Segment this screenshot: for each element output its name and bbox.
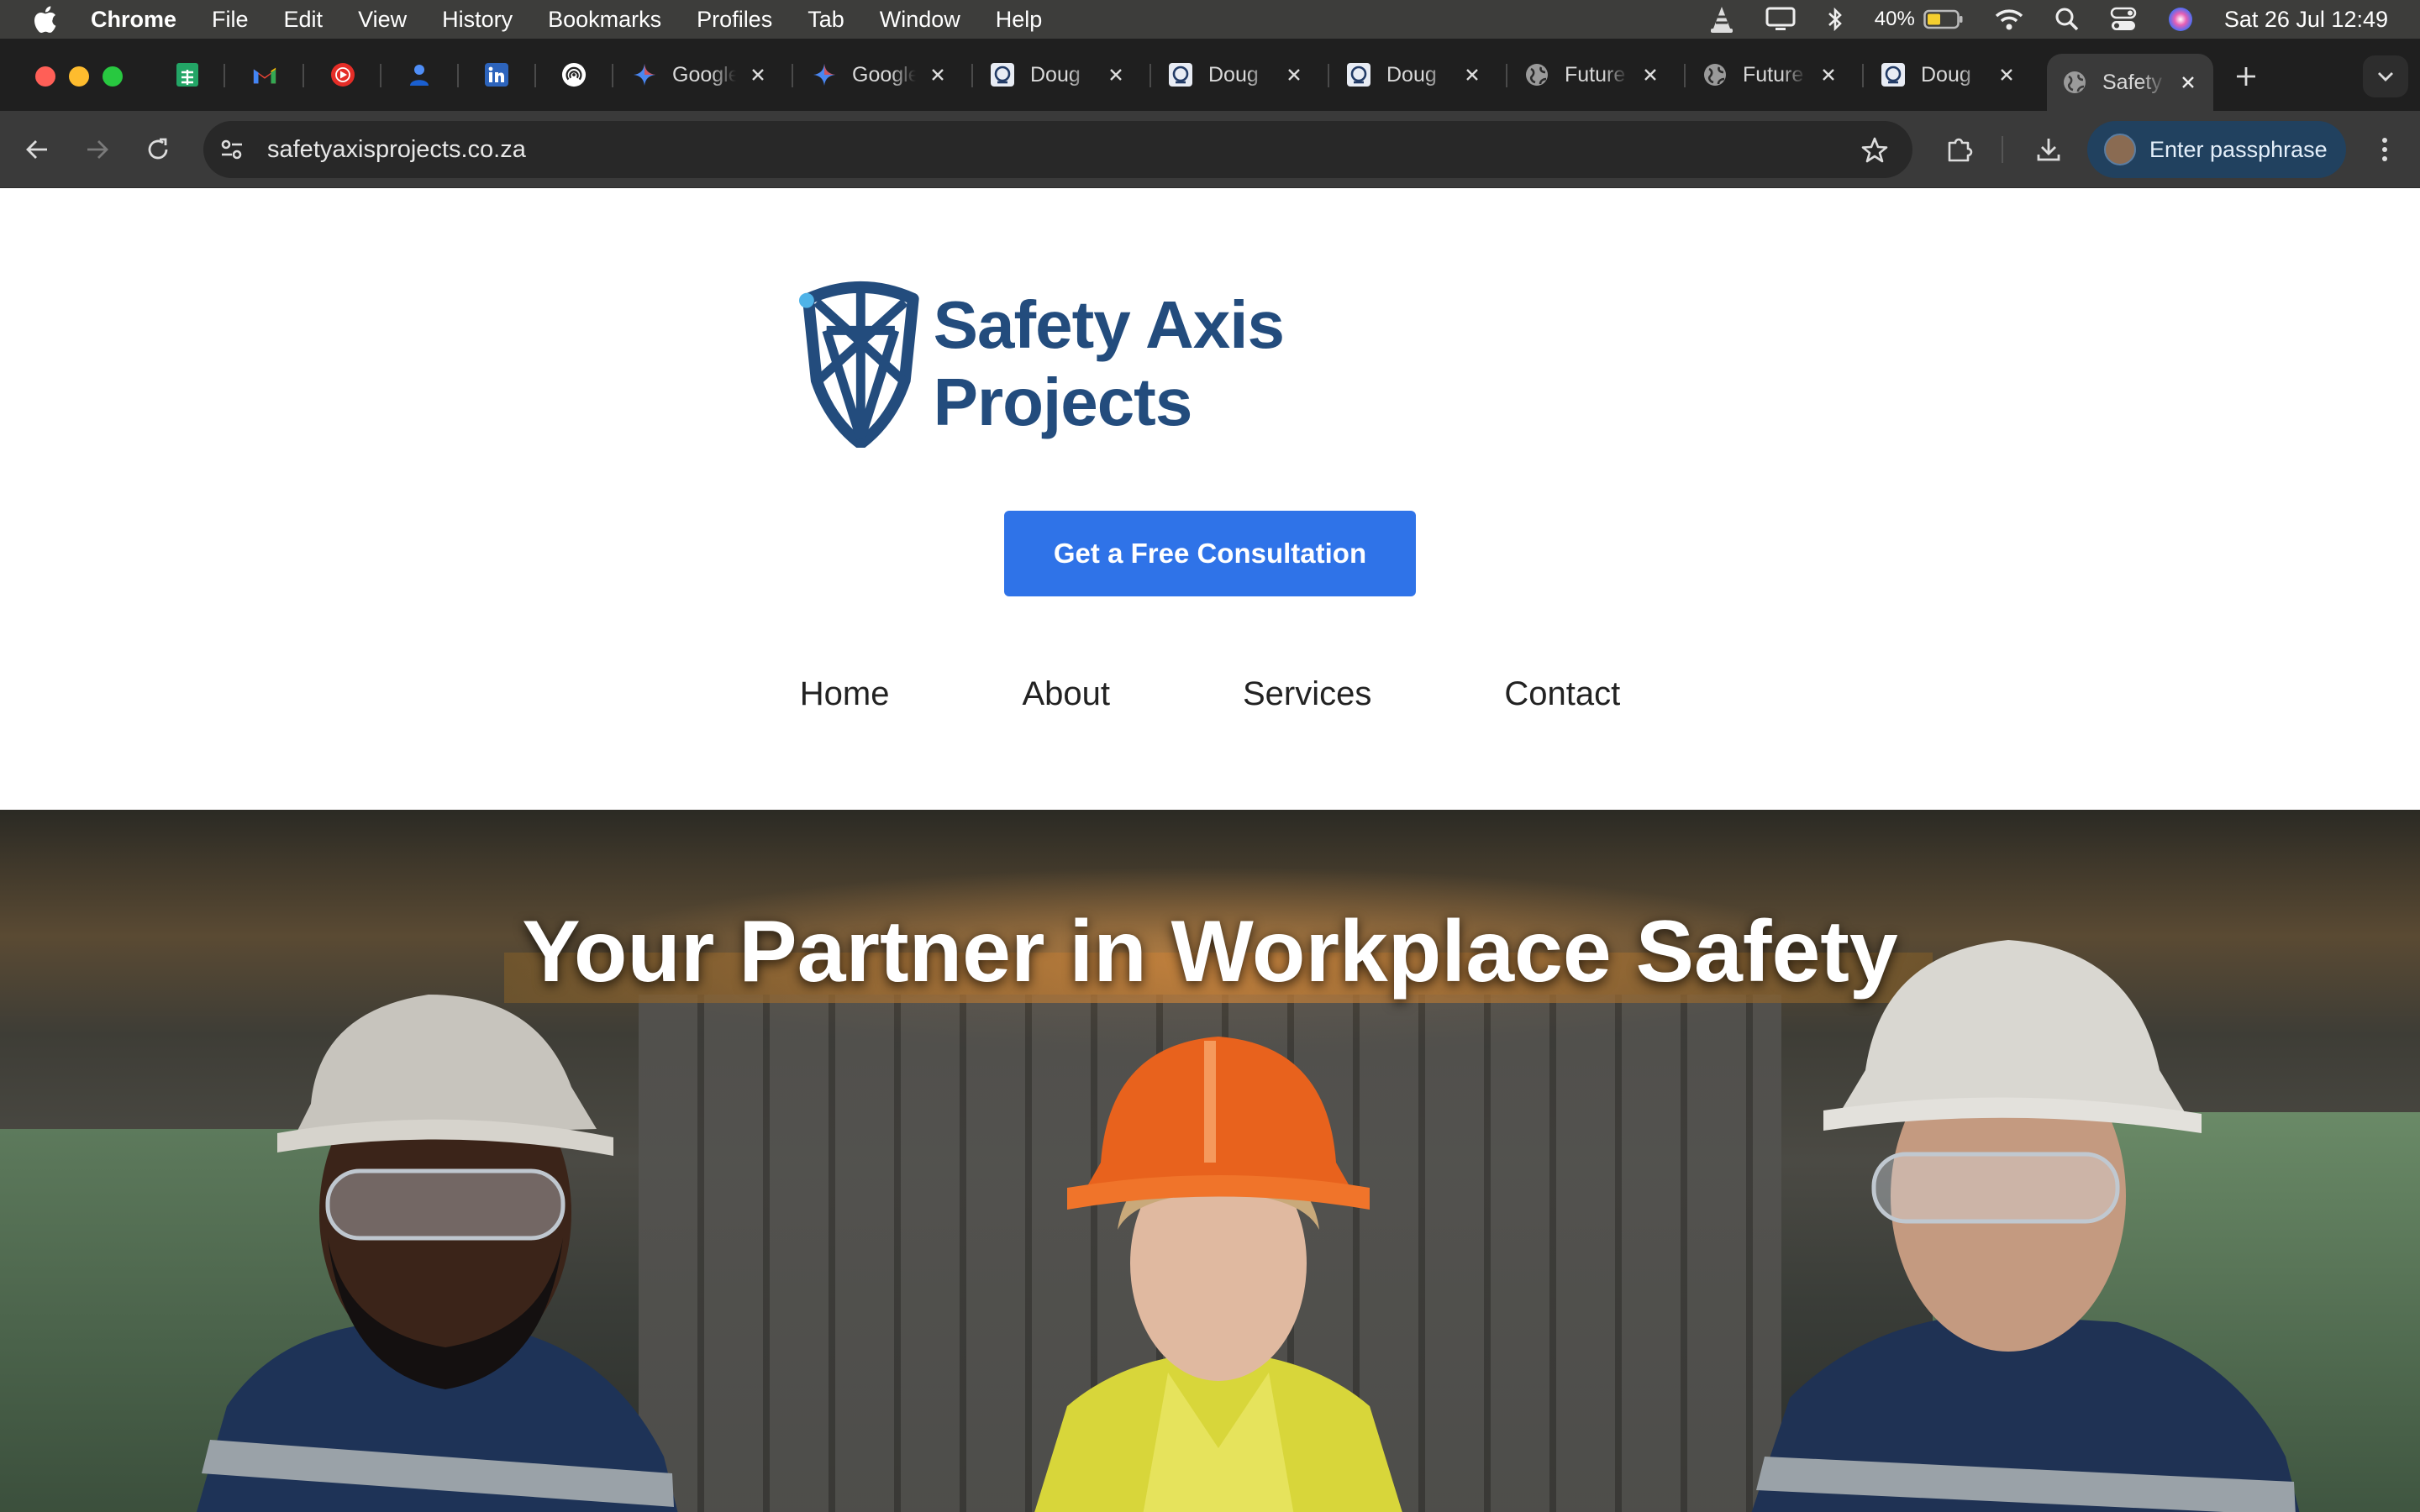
site-icon bbox=[1168, 62, 1193, 87]
shield-logo-icon bbox=[798, 281, 919, 448]
forward-icon[interactable] bbox=[81, 133, 114, 166]
site-settings-icon[interactable] bbox=[207, 124, 257, 175]
browser-toolbar: safetyaxisprojects.co.za Enter passphras… bbox=[0, 111, 2420, 188]
menu-window[interactable]: Window bbox=[880, 7, 960, 33]
close-tab-icon[interactable] bbox=[1640, 65, 1660, 85]
tab-podcast[interactable] bbox=[561, 54, 587, 96]
hero-banner: Your Partner in Workplace Safety bbox=[0, 810, 2420, 1512]
menu-history[interactable]: History bbox=[442, 7, 513, 33]
tab-google-sheets[interactable] bbox=[175, 54, 200, 96]
nav-about[interactable]: About bbox=[1022, 675, 1110, 743]
globe-icon bbox=[2062, 70, 2087, 95]
globe-icon bbox=[1524, 62, 1549, 87]
tab-future-1[interactable]: Future bbox=[1524, 54, 1660, 96]
menu-view[interactable]: View bbox=[358, 7, 407, 33]
menu-help[interactable]: Help bbox=[996, 7, 1043, 33]
tab-doug-2[interactable]: Doug bbox=[1168, 54, 1304, 96]
display-icon[interactable] bbox=[1765, 7, 1796, 32]
avatar bbox=[2104, 134, 2136, 165]
battery-percent: 40% bbox=[1874, 8, 1915, 30]
site-icon bbox=[1346, 62, 1371, 87]
profile-button[interactable]: Enter passphrase bbox=[2087, 121, 2346, 178]
menu-file[interactable]: File bbox=[212, 7, 249, 33]
back-icon[interactable] bbox=[20, 133, 54, 166]
tab-safety-active[interactable]: Safety bbox=[2047, 54, 2213, 111]
tab-gmail[interactable] bbox=[252, 54, 277, 96]
url-text[interactable]: safetyaxisprojects.co.za bbox=[267, 136, 526, 164]
tab-search-button[interactable] bbox=[2363, 55, 2408, 97]
linkedin-icon bbox=[484, 62, 509, 87]
tab-doug-1[interactable]: Doug bbox=[990, 54, 1126, 96]
tab-google-2[interactable]: Google bbox=[812, 54, 948, 96]
close-window-button[interactable] bbox=[35, 66, 55, 87]
gemini-icon bbox=[632, 62, 657, 87]
menu-profiles[interactable]: Profiles bbox=[697, 7, 772, 33]
minimize-window-button[interactable] bbox=[69, 66, 89, 87]
chevron-down-icon bbox=[2378, 72, 2393, 81]
apple-icon[interactable] bbox=[32, 5, 60, 34]
globe-icon bbox=[1702, 62, 1728, 87]
menu-clock[interactable]: Sat 26 Jul 12:49 bbox=[2224, 7, 2388, 33]
free-consultation-button[interactable]: Get a Free Consultation bbox=[1004, 511, 1416, 596]
new-tab-icon[interactable] bbox=[2233, 64, 2259, 89]
google-sheets-icon bbox=[175, 62, 200, 87]
extensions-puzzle-icon[interactable] bbox=[1943, 133, 1976, 166]
close-tab-icon[interactable] bbox=[1996, 65, 2017, 85]
tab-linkedin[interactable] bbox=[484, 54, 509, 96]
close-tab-icon[interactable] bbox=[1106, 65, 1126, 85]
nav-services[interactable]: Services bbox=[1243, 675, 1371, 743]
control-center-icon[interactable] bbox=[2110, 7, 2137, 32]
site-navigation: Home About Services Contact bbox=[0, 675, 2420, 743]
bluetooth-icon[interactable] bbox=[1826, 6, 1844, 33]
close-tab-icon[interactable] bbox=[2178, 72, 2198, 92]
menu-bookmarks[interactable]: Bookmarks bbox=[548, 7, 661, 33]
site-icon bbox=[990, 62, 1015, 87]
close-tab-icon[interactable] bbox=[1818, 65, 1839, 85]
tab-doug-4[interactable]: Doug bbox=[1881, 54, 2017, 96]
battery-icon[interactable] bbox=[1923, 9, 1964, 29]
tab-youtube-music[interactable] bbox=[330, 54, 355, 96]
tab-google-1[interactable]: Google bbox=[632, 54, 768, 96]
site-icon bbox=[1881, 62, 1906, 87]
tab-contacts[interactable] bbox=[407, 54, 432, 96]
close-tab-icon[interactable] bbox=[748, 65, 768, 85]
macos-menu-bar: Chrome File Edit View History Bookmarks … bbox=[0, 0, 2420, 39]
contacts-icon bbox=[407, 62, 432, 87]
youtube-music-icon bbox=[330, 62, 355, 87]
window-controls bbox=[35, 66, 136, 87]
worker-left-illustration bbox=[197, 995, 678, 1512]
menu-app-name[interactable]: Chrome bbox=[91, 7, 176, 33]
tab-future-2[interactable]: Future bbox=[1702, 54, 1839, 96]
gmail-icon bbox=[252, 62, 277, 87]
address-bar[interactable]: safetyaxisprojects.co.za bbox=[203, 121, 1912, 178]
zoom-window-button[interactable] bbox=[103, 66, 123, 87]
brand-name: Safety Axis Projects bbox=[933, 287, 1285, 439]
siri-icon[interactable] bbox=[2167, 6, 2194, 33]
close-tab-icon[interactable] bbox=[1462, 65, 1482, 85]
worker-center-illustration bbox=[1034, 1037, 1402, 1512]
chrome-menu-icon[interactable] bbox=[2368, 133, 2402, 166]
podcast-icon bbox=[561, 62, 587, 87]
browser-tab-strip: Google Google Doug Doug Doug Future Futu… bbox=[0, 39, 2420, 111]
wifi-icon[interactable] bbox=[1994, 8, 2024, 31]
bookmark-star-icon[interactable] bbox=[1860, 136, 1889, 165]
web-page: Safety Axis Projects Get a Free Consulta… bbox=[0, 188, 2420, 1512]
profile-label: Enter passphrase bbox=[2149, 136, 2328, 162]
close-tab-icon[interactable] bbox=[1284, 65, 1304, 85]
menu-edit[interactable]: Edit bbox=[284, 7, 324, 33]
close-tab-icon[interactable] bbox=[928, 65, 948, 85]
downloads-icon[interactable] bbox=[2032, 133, 2065, 166]
site-logo[interactable]: Safety Axis Projects bbox=[798, 276, 1555, 452]
hero-title: Your Partner in Workplace Safety bbox=[522, 903, 1898, 1000]
gemini-icon bbox=[812, 62, 837, 87]
tab-doug-3[interactable]: Doug bbox=[1346, 54, 1482, 96]
nav-contact[interactable]: Contact bbox=[1504, 675, 1620, 743]
vlc-icon[interactable] bbox=[1708, 5, 1735, 34]
reload-icon[interactable] bbox=[141, 133, 175, 166]
menu-tab[interactable]: Tab bbox=[808, 7, 844, 33]
nav-home[interactable]: Home bbox=[800, 675, 890, 743]
spotlight-search-icon[interactable] bbox=[2054, 7, 2080, 32]
